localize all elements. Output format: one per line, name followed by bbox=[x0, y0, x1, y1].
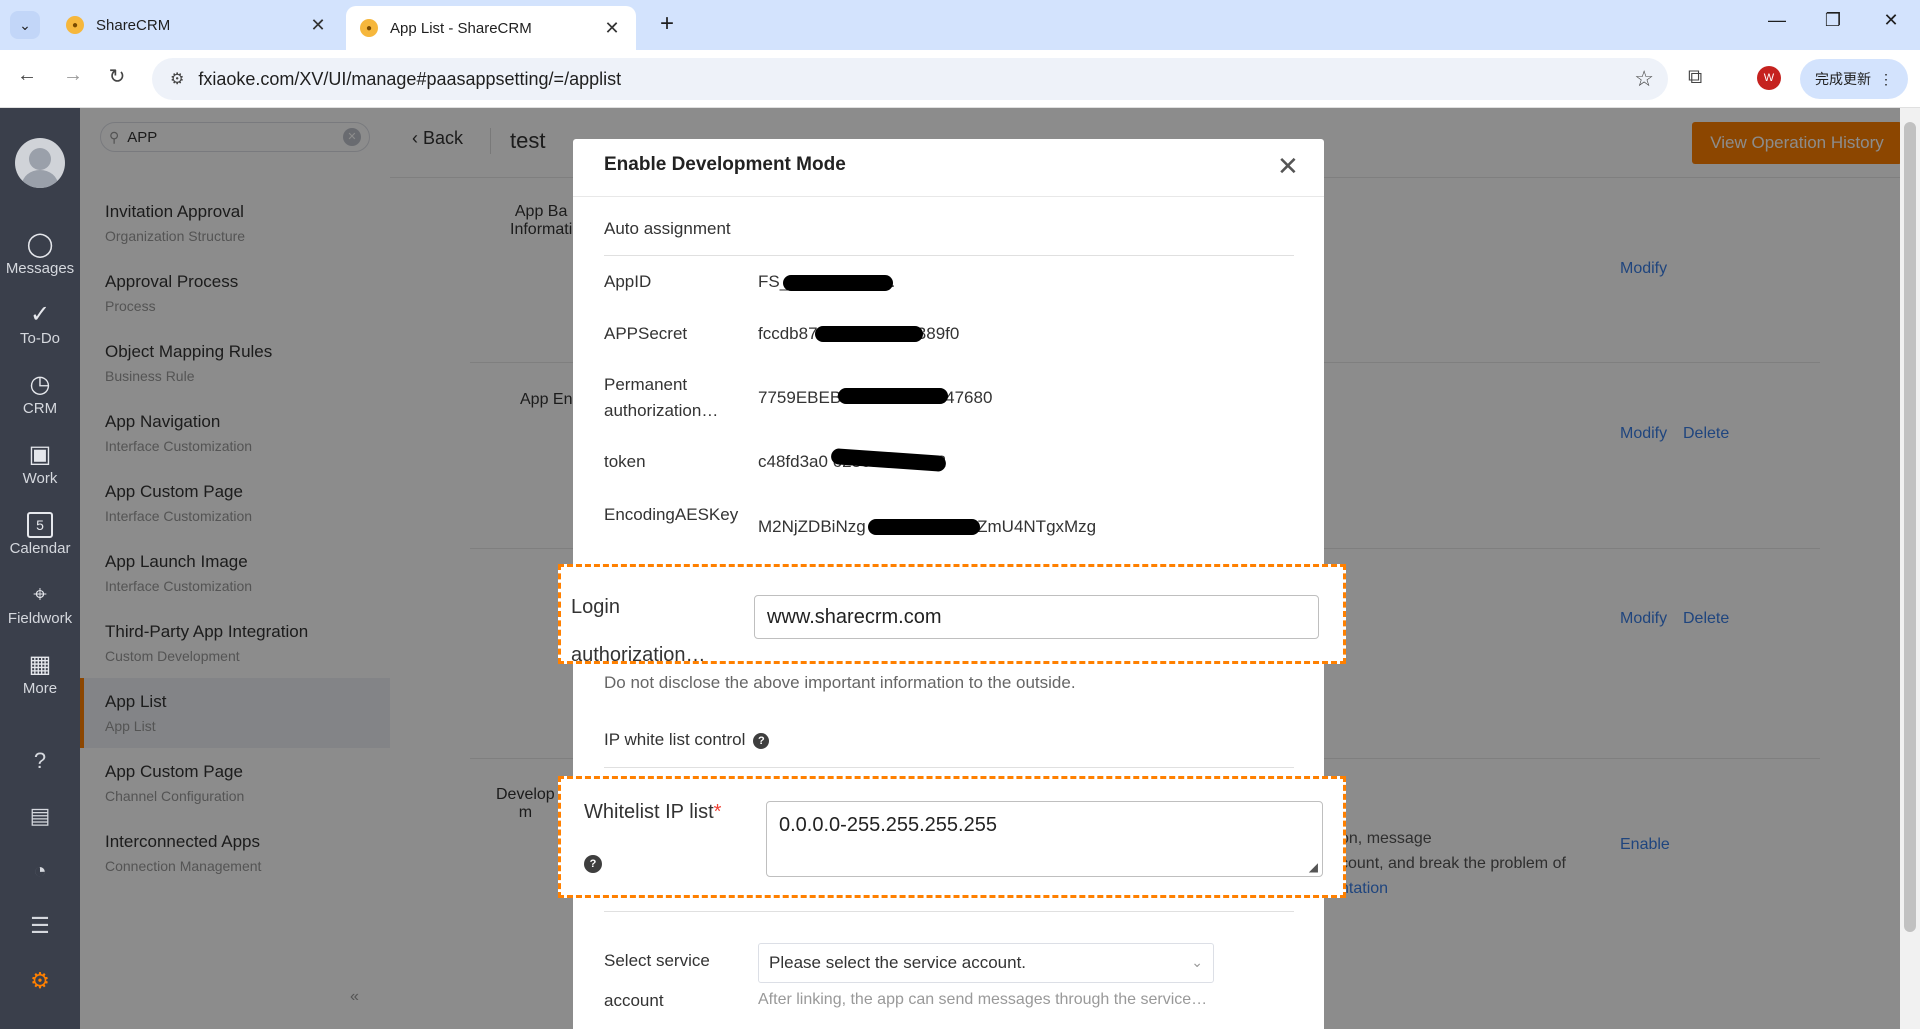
update-button[interactable]: 完成更新 ⋮ bbox=[1800, 59, 1908, 99]
divider bbox=[604, 767, 1294, 768]
login-authorization-highlight: Login authorization… www.sharecrm.com bbox=[558, 564, 1346, 666]
tab-search-chevron-icon[interactable]: ⌄ bbox=[10, 11, 40, 39]
forward-arrow-icon[interactable]: → bbox=[58, 64, 88, 87]
profile-avatar[interactable]: W bbox=[1757, 66, 1781, 90]
service-account-label: Select service account bbox=[604, 951, 710, 1010]
help-question-icon[interactable]: ? bbox=[753, 732, 770, 749]
history-icon[interactable]: ◔ bbox=[0, 858, 80, 884]
divider bbox=[604, 255, 1294, 256]
user-avatar[interactable] bbox=[15, 138, 65, 188]
close-icon[interactable]: ✕ bbox=[1277, 151, 1299, 182]
whitelist-ip-highlight: Whitelist IP list* ? 0.0.0.0-255.255.255… bbox=[558, 776, 1346, 898]
encoding-aes-key-label: EncodingAESKey bbox=[604, 505, 739, 524]
chevron-down-icon: ⌄ bbox=[1191, 954, 1203, 970]
nav-work[interactable]: ▣ Work bbox=[0, 440, 80, 487]
check-icon: ✓ bbox=[29, 301, 51, 328]
location-icon: ⌖ bbox=[33, 581, 47, 608]
scrollbar-thumb[interactable] bbox=[1904, 122, 1916, 932]
whitelist-ip-textarea[interactable]: 0.0.0.0-255.255.255.255 ◢ bbox=[766, 801, 1323, 877]
nav-more[interactable]: ▦ More bbox=[0, 650, 80, 697]
clock-icon: ◷ bbox=[29, 371, 51, 398]
user-manage-icon[interactable]: ☰ bbox=[0, 913, 80, 939]
address-bar-row: ← → ↻ ⚙ fxiaoke.com/XV/UI/manage#paasapp… bbox=[0, 50, 1920, 108]
extensions-puzzle-icon[interactable]: ⧉ bbox=[1688, 66, 1702, 89]
redaction-mark bbox=[838, 388, 948, 404]
permanent-authorization-label: Permanent authorization… bbox=[604, 375, 719, 420]
resize-handle-icon[interactable]: ◢ bbox=[1309, 860, 1318, 874]
help-question-icon[interactable]: ? bbox=[584, 855, 602, 873]
site-info-icon[interactable]: ⚙ bbox=[170, 69, 184, 89]
nav-fieldwork[interactable]: ⌖ Fieldwork bbox=[0, 580, 80, 627]
notes-icon[interactable]: ▤ bbox=[0, 803, 80, 829]
appid-label: AppID bbox=[604, 272, 652, 291]
help-icon[interactable]: ? bbox=[0, 748, 80, 774]
page-scrollbar[interactable] bbox=[1900, 108, 1920, 1029]
token-label: token bbox=[604, 452, 646, 471]
calendar-icon: 5 bbox=[27, 512, 53, 538]
restore-window-icon[interactable]: ❐ bbox=[1818, 10, 1848, 31]
minimize-icon[interactable]: — bbox=[1762, 10, 1792, 31]
nav-calendar[interactable]: 5 Calendar bbox=[0, 510, 80, 557]
browser-tab-bar: ⌄ ● ShareCRM ✕ ● App List - ShareCRM ✕ +… bbox=[0, 0, 1920, 50]
message-icon: ◯ bbox=[26, 231, 54, 258]
login-authorization-input[interactable]: www.sharecrm.com bbox=[754, 595, 1319, 639]
grid-icon: ▦ bbox=[28, 651, 52, 678]
new-tab-plus-icon[interactable]: + bbox=[652, 10, 682, 40]
briefcase-icon: ▣ bbox=[28, 441, 52, 468]
divider bbox=[604, 911, 1294, 912]
whitelist-ip-label: Whitelist IP list* bbox=[584, 801, 722, 823]
browser-tab-app-list[interactable]: ● App List - ShareCRM ✕ bbox=[346, 6, 636, 50]
service-account-note: After linking, the app can send messages… bbox=[758, 991, 1208, 1008]
url-omnibox[interactable]: ⚙ fxiaoke.com/XV/UI/manage#paasappsettin… bbox=[152, 58, 1668, 100]
left-navigation: ◯ Messages ✓ To-Do ◷ CRM ▣ Work 5 Calendar ⌖ F… bbox=[0, 108, 80, 1029]
nav-todo[interactable]: ✓ To-Do bbox=[0, 300, 80, 347]
kebab-menu-icon: ⋮ bbox=[1879, 70, 1893, 87]
settings-gear-icon[interactable]: ⚙ bbox=[0, 968, 80, 994]
ip-whitelist-control-heading: IP white list control? bbox=[604, 730, 770, 750]
nav-messages[interactable]: ◯ Messages bbox=[0, 230, 80, 277]
url-text[interactable]: fxiaoke.com/XV/UI/manage#paasappsetting/… bbox=[198, 69, 1634, 90]
reload-icon[interactable]: ↻ bbox=[102, 64, 132, 89]
close-tab-icon[interactable]: ✕ bbox=[308, 15, 328, 36]
browser-tab-sharecrm[interactable]: ● ShareCRM ✕ bbox=[52, 6, 342, 44]
redaction-mark bbox=[868, 519, 980, 535]
login-authorization-label: Login authorization… bbox=[571, 596, 706, 666]
sharecrm-favicon-icon: ● bbox=[66, 16, 84, 34]
redaction-mark bbox=[815, 326, 923, 342]
sharecrm-favicon-icon: ● bbox=[360, 19, 378, 37]
nav-crm[interactable]: ◷ CRM bbox=[0, 370, 80, 417]
auto-assignment-heading: Auto assignment bbox=[604, 219, 731, 238]
redaction-mark bbox=[783, 275, 893, 291]
dialog-header: Enable Development Mode ✕ bbox=[573, 139, 1324, 197]
back-arrow-icon[interactable]: ← bbox=[12, 64, 42, 87]
appsecret-label: APPSecret bbox=[604, 324, 688, 343]
close-tab-icon[interactable]: ✕ bbox=[602, 18, 622, 39]
required-asterisk: * bbox=[713, 801, 722, 823]
close-window-icon[interactable]: ✕ bbox=[1876, 10, 1906, 31]
service-account-select[interactable]: Please select the service account. ⌄ bbox=[758, 943, 1214, 983]
dialog-title: Enable Development Mode bbox=[604, 154, 846, 175]
bookmark-star-icon[interactable]: ☆ bbox=[1634, 66, 1654, 92]
